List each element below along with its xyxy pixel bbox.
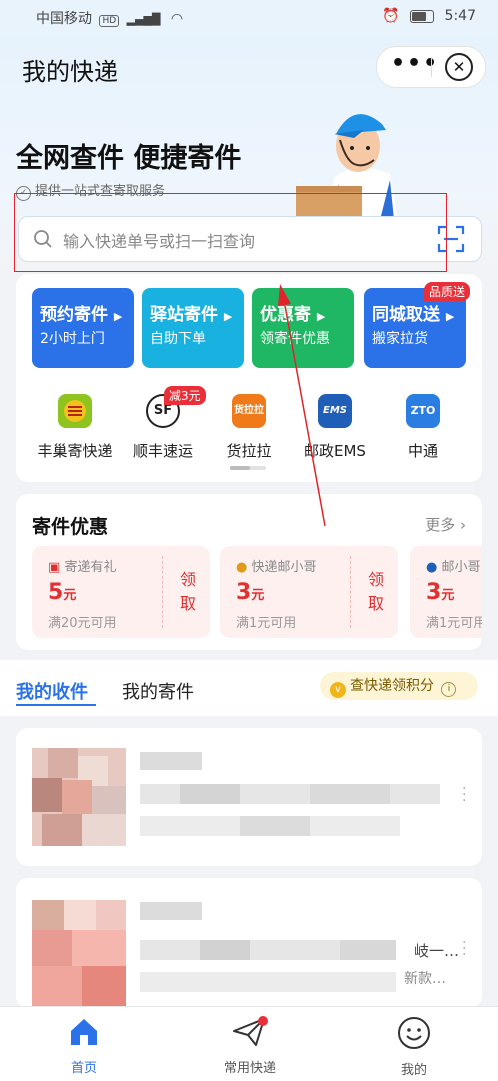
bottom-nav: 首页 常用快递 我的 — [0, 1006, 498, 1081]
home-icon — [71, 1019, 97, 1045]
nav-label: 首页 — [70, 1061, 97, 1076]
nav-couriers[interactable]: 常用快递 — [190, 1015, 310, 1076]
nav-home[interactable]: 首页 — [24, 1015, 144, 1076]
nav-label: 常用快递 — [223, 1061, 276, 1076]
paper-plane-icon — [233, 1016, 268, 1046]
nav-mine[interactable]: 我的 — [354, 1015, 474, 1078]
smiley-icon — [398, 1017, 430, 1049]
nav-label: 我的 — [400, 1063, 427, 1078]
annotation-arrow — [278, 284, 326, 527]
